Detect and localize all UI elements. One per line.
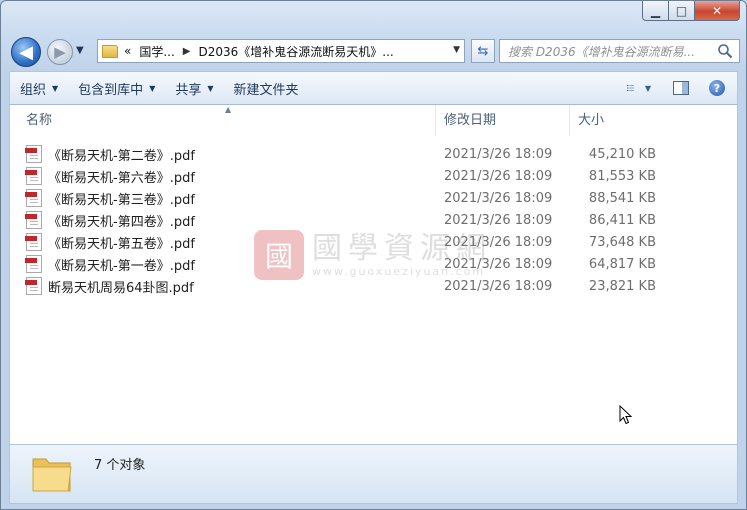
- share-menu[interactable]: 共享 ▼: [165, 74, 223, 102]
- file-size: 81,553 KB: [588, 168, 656, 184]
- chevron-down-icon: ▼: [52, 83, 59, 93]
- file-name-cell[interactable]: 《断易天机-第三卷》.pdf: [25, 189, 195, 208]
- pdf-file-icon: [25, 277, 42, 295]
- pdf-file-icon: [25, 233, 42, 251]
- navigation-bar: ◀ ▶ ▼ « 国学... ▶ D2036《增补鬼谷源流断易天机》... ▼ ⇆…: [9, 37, 740, 67]
- explorer-window: ▁ □ ✕ ◀ ▶ ▼ « 国学... ▶ D2036《增补鬼谷源流断易天机》.…: [0, 0, 747, 510]
- new-folder-label: 新建文件夹: [233, 82, 299, 98]
- pdf-file-icon: [25, 189, 42, 207]
- help-button[interactable]: ?: [705, 77, 729, 99]
- breadcrumb-current[interactable]: D2036《增补鬼谷源流断易天机》...: [199, 43, 394, 60]
- file-name-cell[interactable]: 《断易天机-第五卷》.pdf: [25, 233, 195, 252]
- refresh-icon: ⇆: [477, 43, 489, 59]
- include-library-label: 包含到库中: [78, 82, 144, 98]
- file-name-cell[interactable]: 《断易天机-第四卷》.pdf: [25, 211, 195, 230]
- file-date: 2021/3/26 18:09: [444, 256, 553, 272]
- file-date: 2021/3/26 18:09: [444, 168, 553, 184]
- chevron-right-icon[interactable]: ▶: [183, 46, 191, 57]
- file-date: 2021/3/26 18:09: [444, 190, 553, 206]
- file-name: 《断易天机-第二卷》.pdf: [48, 148, 195, 164]
- view-controls: ▼ ?: [617, 77, 729, 99]
- mouse-cursor-icon: [619, 405, 633, 425]
- file-row[interactable]: 《断易天机-第一卷》.pdf 2021/3/26 18:09 64,817 KB: [10, 253, 737, 275]
- pdf-file-icon: [25, 145, 42, 163]
- breadcrumb-item[interactable]: 国学...: [139, 43, 174, 60]
- folder-icon: [32, 458, 72, 492]
- file-date: 2021/3/26 18:09: [444, 212, 553, 228]
- back-arrow-icon: ◀: [19, 41, 33, 63]
- file-name: 《断易天机-第三卷》.pdf: [48, 192, 195, 208]
- file-row[interactable]: 《断易天机-第二卷》.pdf 2021/3/26 18:09 45,210 KB: [10, 143, 737, 165]
- file-size: 73,648 KB: [588, 234, 656, 250]
- file-name: 《断易天机-第一卷》.pdf: [48, 258, 195, 274]
- address-bar[interactable]: « 国学... ▶ D2036《增补鬼谷源流断易天机》... ▼: [97, 39, 465, 63]
- file-row[interactable]: 《断易天机-第六卷》.pdf 2021/3/26 18:09 81,553 KB: [10, 165, 737, 187]
- file-date: 2021/3/26 18:09: [444, 234, 553, 250]
- details-view-icon: [627, 85, 634, 91]
- file-list-pane: ▲ 名称 修改日期 大小 《断易天机-第二卷》.pdf 2021/3/26 18…: [9, 105, 738, 444]
- breadcrumb-overflow[interactable]: «: [124, 44, 131, 58]
- file-row[interactable]: 《断易天机-第五卷》.pdf 2021/3/26 18:09 73,648 KB: [10, 231, 737, 253]
- refresh-button[interactable]: ⇆: [471, 39, 495, 63]
- preview-pane-button[interactable]: [669, 77, 693, 99]
- file-name-cell[interactable]: 《断易天机-第一卷》.pdf: [25, 255, 195, 274]
- forward-button[interactable]: ▶: [47, 39, 73, 65]
- file-size: 86,411 KB: [588, 212, 656, 228]
- file-size: 88,541 KB: [588, 190, 656, 206]
- column-headers: ▲ 名称 修改日期 大小: [10, 105, 737, 136]
- file-name: 《断易天机-第四卷》.pdf: [48, 214, 195, 230]
- file-date: 2021/3/26 18:09: [444, 278, 553, 294]
- file-row[interactable]: 断易天机周易64卦图.pdf 2021/3/26 18:09 23,821 KB: [10, 275, 737, 297]
- file-row[interactable]: 《断易天机-第四卷》.pdf 2021/3/26 18:09 86,411 KB: [10, 209, 737, 231]
- new-folder-button[interactable]: 新建文件夹: [224, 74, 309, 102]
- preview-pane-icon: [673, 81, 689, 95]
- chevron-down-icon: ▼: [644, 83, 651, 93]
- minimize-button[interactable]: ▁: [642, 1, 669, 21]
- item-count: 7 个对象: [94, 458, 146, 473]
- chevron-down-icon: ▼: [207, 83, 214, 93]
- maximize-button[interactable]: □: [669, 1, 695, 21]
- file-name-cell[interactable]: 断易天机周易64卦图.pdf: [25, 277, 194, 296]
- file-name: 《断易天机-第六卷》.pdf: [48, 170, 195, 186]
- file-name-cell[interactable]: 《断易天机-第二卷》.pdf: [25, 145, 195, 164]
- include-library-menu[interactable]: 包含到库中 ▼: [68, 74, 165, 102]
- caption-buttons: ▁ □ ✕: [642, 1, 740, 22]
- address-dropdown-icon[interactable]: ▼: [453, 45, 460, 55]
- search-placeholder: 搜索 D2036《增补鬼谷源流断易...: [508, 44, 696, 59]
- file-size: 45,210 KB: [588, 146, 656, 162]
- back-button[interactable]: ◀: [11, 37, 41, 67]
- search-input[interactable]: 搜索 D2036《增补鬼谷源流断易...: [499, 39, 740, 63]
- file-size: 64,817 KB: [588, 256, 656, 272]
- column-header-size[interactable]: 大小: [570, 105, 660, 136]
- details-pane: 7 个对象: [9, 444, 738, 504]
- file-name: 断易天机周易64卦图.pdf: [48, 280, 194, 296]
- file-row[interactable]: 《断易天机-第三卷》.pdf 2021/3/26 18:09 88,541 KB: [10, 187, 737, 209]
- share-label: 共享: [175, 82, 202, 98]
- file-date: 2021/3/26 18:09: [444, 146, 553, 162]
- folder-icon: [102, 44, 118, 58]
- forward-arrow-icon: ▶: [54, 43, 66, 61]
- file-size: 23,821 KB: [588, 278, 656, 294]
- recent-pages-dropdown[interactable]: ▼: [76, 45, 84, 56]
- view-options-button[interactable]: ▼: [627, 77, 651, 99]
- chevron-down-icon: ▼: [149, 83, 156, 93]
- file-name-cell[interactable]: 《断易天机-第六卷》.pdf: [25, 167, 195, 186]
- pdf-file-icon: [25, 255, 42, 273]
- column-header-date[interactable]: 修改日期: [436, 105, 570, 136]
- organize-label: 组织: [20, 82, 47, 98]
- command-bar: 组织 ▼ 包含到库中 ▼ 共享 ▼ 新建文件夹 ▼ ?: [9, 71, 738, 105]
- file-rows: 《断易天机-第二卷》.pdf 2021/3/26 18:09 45,210 KB…: [10, 143, 737, 297]
- pdf-file-icon: [25, 167, 42, 185]
- column-header-name[interactable]: 名称: [18, 105, 436, 136]
- search-icon[interactable]: [717, 43, 733, 59]
- close-button[interactable]: ✕: [695, 1, 740, 21]
- file-name: 《断易天机-第五卷》.pdf: [48, 236, 195, 252]
- pdf-file-icon: [25, 211, 42, 229]
- organize-menu[interactable]: 组织 ▼: [10, 74, 68, 102]
- help-icon: ?: [709, 80, 725, 96]
